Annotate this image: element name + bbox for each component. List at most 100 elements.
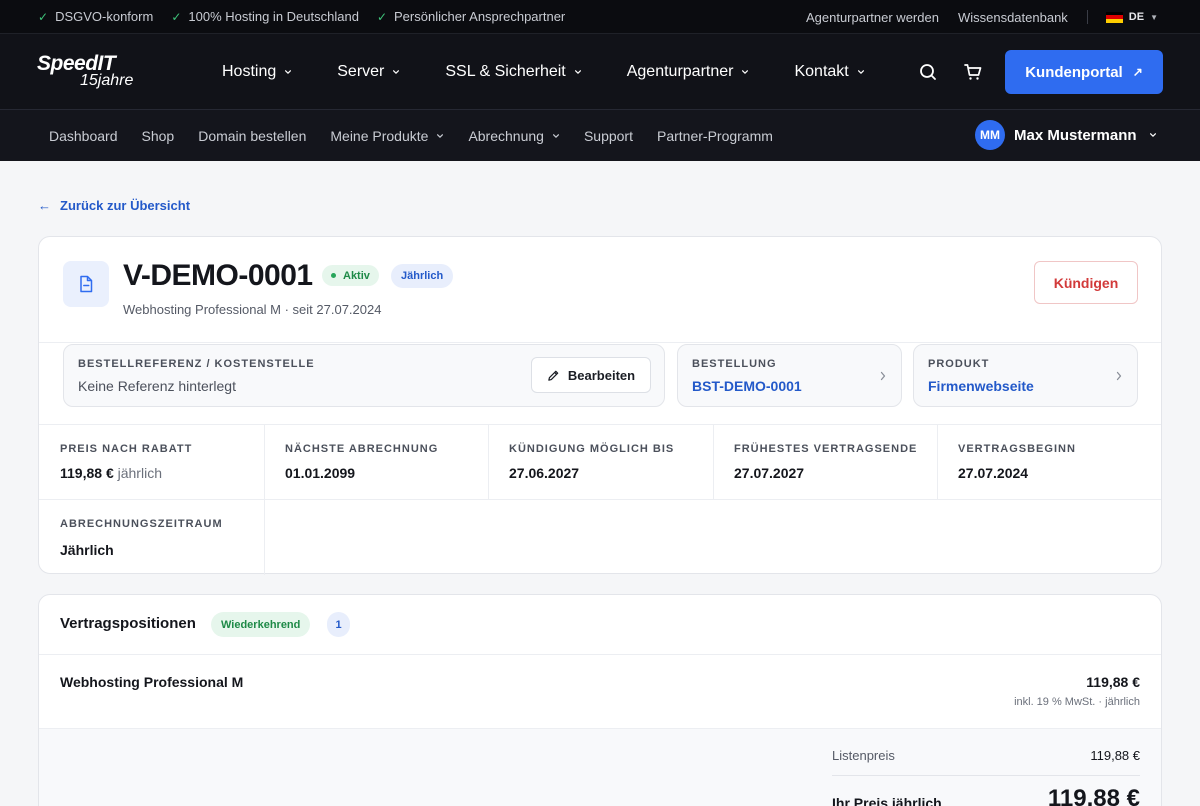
user-name: Max Mustermann xyxy=(1014,126,1137,144)
contract-details-grid: PREIS NACH RABATT 119,88 € jährlich NÄCH… xyxy=(39,424,1161,575)
subnav-item-dashboard[interactable]: Dashboard xyxy=(49,128,118,144)
arrow-up-right-icon: ↗ xyxy=(1132,65,1143,79)
avatar: MM xyxy=(975,120,1005,150)
subnav-item-billing[interactable]: Abrechnung xyxy=(468,128,560,144)
nav-item-agenturpartner[interactable]: Agenturpartner xyxy=(627,63,750,81)
product-link-box[interactable]: PRODUKT Firmenwebseite xyxy=(913,344,1138,407)
price-summary: Listenpreis 119,88 € Ihr Preis jährlich … xyxy=(39,728,1161,806)
caret-down-icon: ▼ xyxy=(1150,12,1158,22)
portal-button-label: Kundenportal xyxy=(1025,63,1123,81)
detail-earliest-end: FRÜHESTES VERTRAGSENDE 27.07.2027 xyxy=(713,425,937,499)
divider xyxy=(39,342,1161,343)
logo-tagline: 15jahre xyxy=(80,72,134,89)
chevron-right-icon xyxy=(880,371,886,381)
detail-label: PREIS NACH RABATT xyxy=(60,443,193,455)
position-price: 119,88 € xyxy=(1086,674,1140,690)
nav-item-label: Agenturpartner xyxy=(626,63,734,80)
pencil-icon xyxy=(548,370,559,381)
search-icon[interactable] xyxy=(918,62,938,82)
detail-label: VERTRAGSBEGINN xyxy=(958,443,1076,455)
nav-item-hosting[interactable]: Hosting xyxy=(222,63,292,81)
detail-start: VERTRAGSBEGINN 27.07.2024 xyxy=(937,425,1161,499)
check-icon: ✓ xyxy=(171,9,182,24)
subnav-item-products[interactable]: Meine Produkte xyxy=(330,128,444,144)
count-badge: 1 xyxy=(327,612,350,637)
usp-list: ✓ DSGVO-konform ✓ 100% Hosting in Deutschl… xyxy=(38,9,583,24)
subnav-item-support[interactable]: Support xyxy=(584,128,633,144)
chevron-down-icon xyxy=(552,133,559,138)
cart-icon[interactable] xyxy=(963,62,983,82)
product-value: Firmenwebseite xyxy=(928,378,1034,394)
contract-card: V-DEMO-0001 Aktiv Jährlich Webhosting Pr… xyxy=(38,236,1162,575)
detail-billing-period: ABRECHNUNGSZEITRAUM Jährlich xyxy=(39,500,264,574)
contract-title: V-DEMO-0001 xyxy=(123,259,313,292)
divider xyxy=(832,775,1140,776)
subnav-item-shop[interactable]: Shop xyxy=(142,128,175,144)
subnav-item-domain[interactable]: Domain bestellen xyxy=(198,128,306,144)
back-link-label: Zurück zur Übersicht xyxy=(60,198,191,213)
status-dot-icon xyxy=(331,273,336,278)
edit-reference-button[interactable]: Bearbeiten xyxy=(531,357,651,393)
speedit-logo[interactable]: SpeedIT 15jahre xyxy=(37,53,147,93)
nav-item-server[interactable]: Server xyxy=(337,63,400,81)
user-menu[interactable]: MM Max Mustermann xyxy=(975,120,1157,150)
chevron-down-icon xyxy=(742,70,749,74)
chevron-down-icon xyxy=(393,70,400,74)
subnav-item-label: Abrechnung xyxy=(468,127,544,144)
divider xyxy=(937,425,938,499)
reference-label: BESTELLREFERENZ / KOSTENSTELLE xyxy=(78,358,315,370)
recurring-badge: Wiederkehrend xyxy=(211,612,311,637)
subnav-item-partner[interactable]: Partner-Programm xyxy=(657,128,773,144)
order-label: BESTELLUNG xyxy=(692,358,777,370)
detail-value: 27.07.2027 xyxy=(734,465,805,481)
period-badge: Jährlich xyxy=(391,264,454,288)
cancel-contract-button[interactable]: Kündigen xyxy=(1034,261,1138,304)
chevron-down-icon xyxy=(1149,133,1156,137)
usp-label: Persönlicher Ansprechpartner xyxy=(394,9,566,24)
order-link-box[interactable]: BESTELLUNG BST-DEMO-0001 xyxy=(677,344,902,407)
document-icon xyxy=(63,261,109,307)
chevron-down-icon xyxy=(574,70,581,74)
product-label: PRODUKT xyxy=(928,358,990,370)
detail-next-billing: NÄCHSTE ABRECHNUNG 01.01.2099 xyxy=(264,425,488,499)
language-switcher[interactable]: DE ▼ xyxy=(1105,11,1158,23)
knowledge-base-link[interactable]: Wissensdatenbank xyxy=(958,10,1068,25)
detail-value: Jährlich xyxy=(60,542,114,558)
nav-item-label: Hosting xyxy=(222,63,277,80)
nav-item-label: Server xyxy=(337,63,385,80)
divider xyxy=(1086,10,1088,24)
divider xyxy=(264,425,265,575)
your-price-value: 119,88 € xyxy=(1047,785,1140,806)
usp-item: ✓ 100% Hosting in Deutschland xyxy=(171,9,359,24)
reference-box: BESTELLREFERENZ / KOSTENSTELLE Keine Ref… xyxy=(63,344,665,407)
position-tax-note: inkl. 19 % MwSt. · jährlich xyxy=(1014,696,1140,708)
your-price-label: Ihr Preis jährlich xyxy=(832,795,942,806)
usp-label: DSGVO-konform xyxy=(55,9,154,24)
detail-price: PREIS NACH RABATT 119,88 € jährlich xyxy=(39,425,264,499)
positions-title: Vertragspositionen xyxy=(60,615,196,632)
chevron-down-icon xyxy=(857,70,864,74)
price-value: 119,88 € xyxy=(60,465,114,481)
reference-value: Keine Referenz hinterlegt xyxy=(78,378,236,394)
subnav-item-label: Meine Produkte xyxy=(330,127,429,144)
check-icon: ✓ xyxy=(376,9,387,24)
main-menu: Hosting Server SSL & Sicherheit Agenturp… xyxy=(222,34,910,110)
divider xyxy=(488,425,489,499)
detail-label: KÜNDIGUNG MÖGLICH BIS xyxy=(509,443,675,455)
divider xyxy=(39,654,1161,655)
nav-item-kontakt[interactable]: Kontakt xyxy=(794,63,864,81)
customer-portal-button[interactable]: Kundenportal ↗ xyxy=(1005,50,1163,94)
list-price-value: 119,88 € xyxy=(1090,748,1140,763)
detail-value: 27.07.2024 xyxy=(958,465,1029,481)
usp-item: ✓ DSGVO-konform xyxy=(38,9,153,24)
detail-label: NÄCHSTE ABRECHNUNG xyxy=(285,443,439,455)
detail-label: ABRECHNUNGSZEITRAUM xyxy=(60,518,223,530)
chevron-down-icon xyxy=(285,70,292,74)
position-name: Webhosting Professional M xyxy=(60,674,244,690)
nav-item-ssl[interactable]: SSL & Sicherheit xyxy=(445,63,581,81)
order-value: BST-DEMO-0001 xyxy=(692,378,802,394)
status-badge: Aktiv xyxy=(322,265,379,286)
back-link[interactable]: ← Zurück zur Übersicht xyxy=(38,198,190,213)
detail-cancel-until: KÜNDIGUNG MÖGLICH BIS 27.06.2027 xyxy=(488,425,713,499)
agency-partner-link[interactable]: Agenturpartner werden xyxy=(806,10,939,25)
